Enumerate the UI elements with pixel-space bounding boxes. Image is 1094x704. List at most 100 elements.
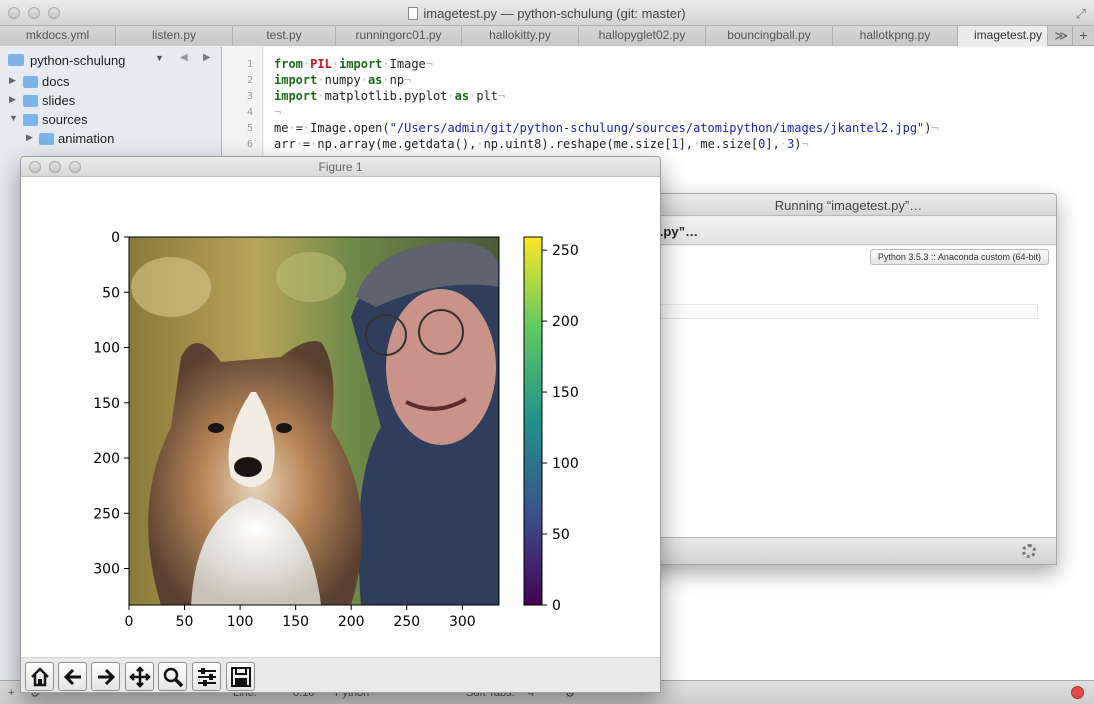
dog-eye bbox=[208, 423, 224, 433]
run-output-window: Running “imagetest.py”… est.py”… Python … bbox=[640, 193, 1057, 565]
folder-icon bbox=[23, 95, 38, 107]
add-icon[interactable]: + bbox=[8, 687, 14, 699]
home-button[interactable] bbox=[25, 662, 54, 691]
spinner-icon bbox=[1022, 544, 1036, 558]
bokeh-light bbox=[276, 252, 346, 302]
folder-icon bbox=[8, 54, 24, 66]
run-output-field[interactable] bbox=[641, 304, 1038, 319]
line-number: 5 bbox=[246, 123, 253, 134]
configure-subplots-button[interactable] bbox=[192, 662, 221, 691]
run-output-area: Python 3.5.3 :: Anaconda custom (64-bit) bbox=[641, 246, 1056, 538]
tree-item-docs[interactable]: ▶ docs bbox=[0, 72, 222, 91]
dog-eye bbox=[276, 423, 292, 433]
y-axis: 0 50 100 150 200 250 300 bbox=[93, 230, 129, 578]
line-number: 1 bbox=[246, 59, 253, 70]
code-line[interactable]: me·=·Image.open("/Users/admin/git/python… bbox=[274, 121, 939, 135]
tab-hallokitty[interactable]: hallokitty.py bbox=[462, 26, 579, 46]
colorbar-tick-label: 50 bbox=[552, 527, 570, 543]
tab-test[interactable]: test.py bbox=[233, 26, 336, 46]
folder-icon bbox=[23, 76, 38, 88]
colorbar-tick-label: 200 bbox=[552, 314, 579, 330]
tab-bouncingball[interactable]: bouncingball.py bbox=[706, 26, 833, 46]
x-axis: 0 50 100 150 200 250 300 bbox=[125, 605, 476, 630]
x-tick-label: 150 bbox=[282, 614, 309, 630]
y-tick-label: 50 bbox=[102, 285, 120, 301]
run-window-header: est.py”… bbox=[641, 217, 1056, 245]
line-number: 2 bbox=[246, 75, 253, 86]
code-line[interactable]: arr·=·np.array(me.getdata(),·np.uint8).r… bbox=[274, 137, 809, 151]
run-window-footer bbox=[641, 537, 1056, 564]
x-tick-label: 300 bbox=[449, 614, 476, 630]
line-number: 3 bbox=[246, 91, 253, 102]
forward-icon[interactable]: ▶ bbox=[203, 52, 211, 63]
zoom-button[interactable] bbox=[158, 662, 187, 691]
run-window-title: Running “imagetest.py”… bbox=[774, 198, 923, 213]
tab-runningorc[interactable]: runningorc01.py bbox=[336, 26, 462, 46]
y-tick-label: 250 bbox=[93, 506, 120, 522]
new-tab-button[interactable]: + bbox=[1072, 26, 1094, 46]
code-line[interactable]: from·PIL·import·Image¬ bbox=[274, 57, 433, 71]
zoom-icon bbox=[163, 667, 184, 688]
x-tick-label: 200 bbox=[338, 614, 365, 630]
tree-item-slides[interactable]: ▶ slides bbox=[0, 91, 222, 110]
disclosure-arrow-icon[interactable]: ▶ bbox=[9, 75, 16, 86]
line-number: 6 bbox=[246, 139, 253, 150]
home-icon bbox=[31, 667, 49, 687]
chevron-down-icon[interactable]: ▼ bbox=[155, 53, 164, 63]
run-window-titlebar: Running “imagetest.py”… bbox=[641, 194, 1056, 216]
project-selector[interactable]: python-schulung ▼ ◀ ▶ bbox=[0, 47, 222, 71]
disclosure-arrow-icon[interactable]: ▶ bbox=[26, 132, 33, 143]
image-plot bbox=[129, 237, 499, 605]
tree-item-label: animation bbox=[58, 131, 115, 146]
tab-mkdocs[interactable]: mkdocs.yml bbox=[0, 26, 116, 46]
tree-item-label: docs bbox=[42, 74, 70, 89]
pan-icon bbox=[129, 666, 151, 688]
figure-canvas[interactable]: 0 50 100 150 200 250 300 0 50 100 150 200 250 300 0 5… bbox=[21, 177, 660, 657]
tab-imagetest[interactable]: imagetest.py bbox=[958, 26, 1048, 46]
tree-item-animation[interactable]: ▶ animation bbox=[0, 129, 222, 148]
python-version-badge: Python 3.5.3 :: Anaconda custom (64-bit) bbox=[869, 249, 1049, 265]
man-face bbox=[386, 289, 496, 445]
x-tick-label: 0 bbox=[125, 614, 134, 630]
x-tick-label: 100 bbox=[227, 614, 254, 630]
folder-icon bbox=[39, 133, 54, 145]
tree-item-sources[interactable]: ▼ sources bbox=[0, 110, 222, 129]
dog-nose bbox=[234, 457, 262, 477]
pan-button[interactable] bbox=[125, 662, 154, 691]
y-tick-label: 150 bbox=[93, 396, 120, 412]
tab-overflow-icon[interactable]: ≫ bbox=[1054, 28, 1068, 44]
back-button[interactable] bbox=[58, 662, 87, 691]
code-line[interactable]: import·numpy·as·np¬ bbox=[274, 73, 411, 87]
document-icon bbox=[408, 7, 419, 20]
figure-titlebar: Figure 1 bbox=[21, 157, 660, 177]
tab-listen[interactable]: listen.py bbox=[116, 26, 233, 46]
code-line[interactable]: ¬ bbox=[274, 105, 281, 119]
back-icon[interactable]: ◀ bbox=[180, 52, 188, 63]
y-tick-label: 100 bbox=[93, 341, 120, 357]
fullscreen-icon[interactable]: ⤢ bbox=[1076, 6, 1086, 22]
line-number: 4 bbox=[246, 107, 253, 118]
y-tick-label: 200 bbox=[93, 451, 120, 467]
disclosure-expanded-icon[interactable]: ▼ bbox=[9, 113, 18, 123]
colorbar-tick-label: 250 bbox=[552, 243, 579, 259]
window-title: imagetest.py — python-schulung (git: mas… bbox=[0, 6, 1094, 21]
matplotlib-figure-window: Figure 1 0 50 100 150 200 250 300 0 50 1… bbox=[20, 156, 661, 693]
window-title-text: imagetest.py — python-schulung (git: mas… bbox=[423, 6, 686, 21]
tree-item-label: sources bbox=[42, 112, 88, 127]
disclosure-arrow-icon[interactable]: ▶ bbox=[9, 94, 16, 105]
folder-icon bbox=[23, 114, 38, 126]
colorbar-axis: 0 50 100 150 200 250 bbox=[542, 243, 579, 614]
forward-button[interactable] bbox=[91, 662, 120, 691]
stop-icon[interactable] bbox=[1071, 686, 1084, 699]
save-button[interactable] bbox=[226, 662, 255, 691]
colorbar-tick-label: 150 bbox=[552, 385, 579, 401]
colorbar bbox=[523, 236, 543, 606]
save-icon bbox=[231, 667, 251, 687]
forward-arrow-icon bbox=[98, 668, 116, 686]
back-arrow-icon bbox=[63, 668, 81, 686]
tab-hallopyglet[interactable]: hallopyglet02.py bbox=[579, 26, 706, 46]
bokeh-light bbox=[131, 257, 211, 317]
code-line[interactable]: import·matplotlib.pyplot·as·plt¬ bbox=[274, 89, 505, 103]
tab-hallotkpng[interactable]: hallotkpng.py bbox=[833, 26, 958, 46]
tab-bar: mkdocs.yml listen.py test.py runningorc0… bbox=[0, 26, 1094, 46]
